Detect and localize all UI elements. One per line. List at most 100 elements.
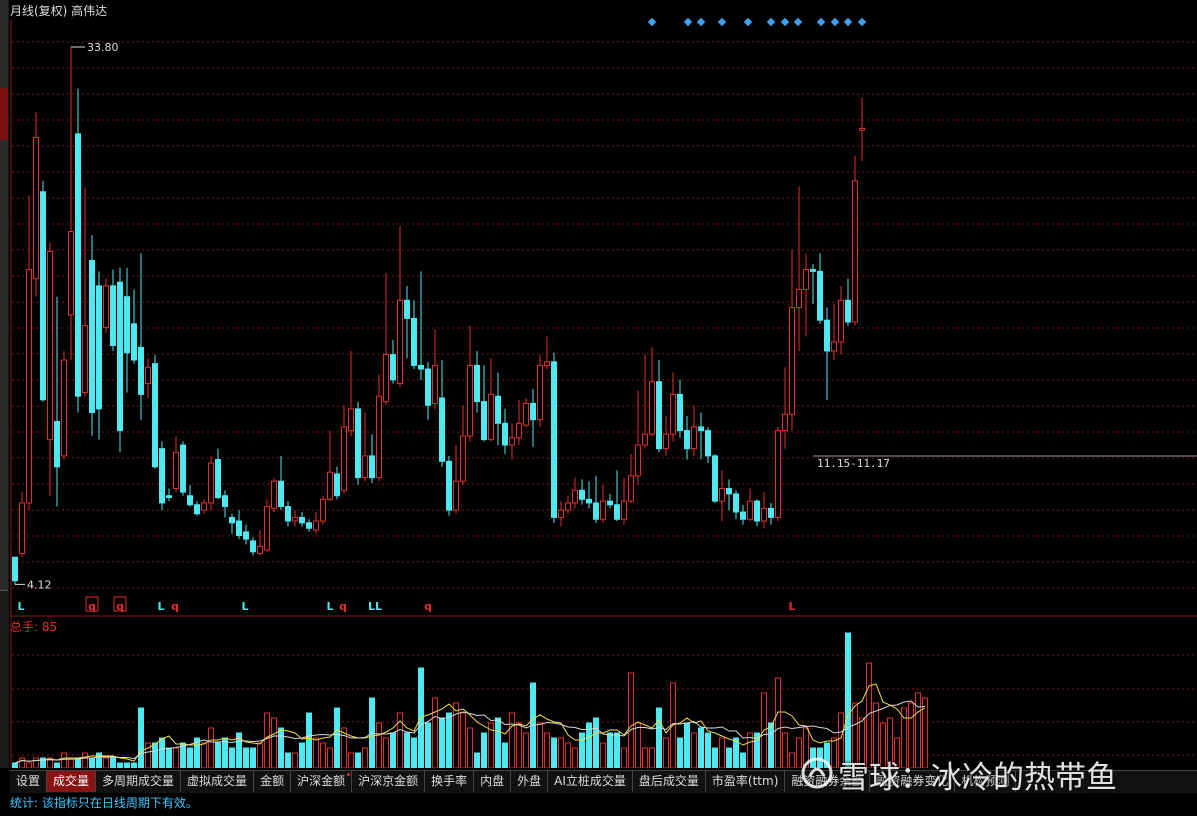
candle-body: [201, 502, 207, 511]
signal-label: L: [788, 600, 795, 613]
volume-bar: [411, 737, 417, 768]
candle-body: [698, 426, 704, 432]
tab-label: 虚拟成交量: [187, 774, 248, 788]
candle-body: [593, 502, 599, 520]
candle-body: [481, 401, 487, 441]
candle-body: [733, 493, 739, 513]
tab-5[interactable]: 沪深金额: [291, 771, 353, 792]
candle-body: [369, 455, 375, 479]
candle-body: [649, 381, 655, 435]
volume-panel[interactable]: [12, 632, 928, 768]
volume-bar: [789, 752, 795, 768]
candle-body: [362, 455, 368, 479]
tab-3[interactable]: 虚拟成交量: [181, 771, 255, 792]
volume-bar: [642, 747, 648, 768]
volume-bar: [257, 742, 263, 768]
volume-bar: [677, 737, 683, 768]
volume-bar: [467, 727, 473, 768]
candle-body: [327, 471, 333, 500]
diamond-marker: [816, 17, 826, 27]
candle-body: [75, 133, 81, 397]
tab-11[interactable]: 盘后成交量: [633, 771, 706, 792]
volume-bar: [334, 707, 340, 768]
candle-body: [194, 504, 200, 515]
volume-bar: [845, 632, 851, 768]
candle-body: [313, 520, 319, 531]
candle-body: [775, 430, 781, 518]
volume-bar: [124, 762, 130, 768]
candle-body: [145, 366, 151, 385]
tab-1[interactable]: 成交量: [47, 771, 97, 792]
candle-body: [817, 270, 823, 321]
volume-bar: [558, 737, 564, 768]
candle-body: [138, 346, 144, 395]
tab-9[interactable]: 外盘: [511, 771, 549, 792]
candle-body: [103, 285, 109, 328]
diamond-marker: [683, 17, 693, 27]
diamond-marker: [766, 17, 776, 27]
tab-7[interactable]: 换手率: [425, 771, 475, 792]
volume-bar: [656, 707, 662, 768]
candle-body: [684, 430, 690, 450]
volume-bar: [705, 732, 711, 768]
diamond-marker: [830, 17, 840, 27]
volume-bar: [628, 672, 634, 768]
candle-body: [82, 325, 88, 394]
diamond-marker: [743, 17, 753, 27]
volume-bar: [768, 722, 774, 768]
volume-bar: [481, 732, 487, 768]
volume-bar: [306, 712, 312, 768]
candle-body: [551, 361, 557, 518]
candle-body: [747, 500, 753, 520]
volume-bar: [187, 747, 193, 768]
tab-label: 成交量: [53, 774, 90, 788]
tab-0[interactable]: 设置: [10, 771, 48, 792]
candle-body: [341, 426, 347, 491]
candle-body: [488, 393, 494, 441]
volume-bar: [509, 712, 515, 768]
candle-body: [824, 319, 830, 352]
candle-body: [12, 556, 18, 582]
volume-bar: [96, 752, 102, 768]
volume-bar: [593, 717, 599, 768]
candle-body: [656, 381, 662, 450]
volume-bar: [600, 742, 606, 768]
tab-label: 外盘: [517, 774, 542, 788]
signal-label: L: [326, 600, 333, 613]
volume-bar: [614, 732, 620, 768]
volume-bar: [691, 732, 697, 768]
volume-bar: [523, 732, 529, 768]
candle-body: [705, 430, 711, 457]
volume-bar: [110, 757, 116, 768]
candle-body: [19, 502, 25, 555]
diamond-marker: [717, 17, 727, 27]
candle-body: [89, 259, 95, 413]
status-bar: 统计: 该指标只在日线周期下有效。: [10, 796, 198, 810]
tab-2[interactable]: 多周期成交量: [96, 771, 182, 792]
tab-6[interactable]: 沪深京金额: [352, 771, 426, 792]
volume-bar: [607, 732, 613, 768]
tab-label: 设置: [16, 774, 41, 788]
candle-body: [852, 180, 858, 323]
volume-bar: [82, 752, 88, 768]
volume-bar: [453, 702, 459, 768]
candle-body: [47, 250, 53, 441]
volume-bar: [250, 747, 256, 768]
candle-body: [110, 285, 116, 347]
candle-body: [439, 397, 445, 462]
candle-body: [159, 448, 165, 504]
tab-10[interactable]: AI立桩成交量: [548, 771, 633, 792]
volume-bar: [390, 732, 396, 768]
volume-bar: [621, 747, 627, 768]
candle-body: [635, 444, 641, 477]
tab-4[interactable]: 金额: [254, 771, 292, 792]
price-panel[interactable]: [12, 47, 865, 585]
candle-body: [54, 421, 60, 468]
volume-bar: [278, 727, 284, 768]
tab-12[interactable]: 市盈率(ttm): [706, 771, 786, 792]
volume-bar: [775, 677, 781, 768]
high-price-label: 33.80: [87, 41, 119, 54]
candle-body: [803, 269, 809, 290]
tab-8[interactable]: 内盘: [474, 771, 512, 792]
volume-bar: [474, 752, 480, 768]
